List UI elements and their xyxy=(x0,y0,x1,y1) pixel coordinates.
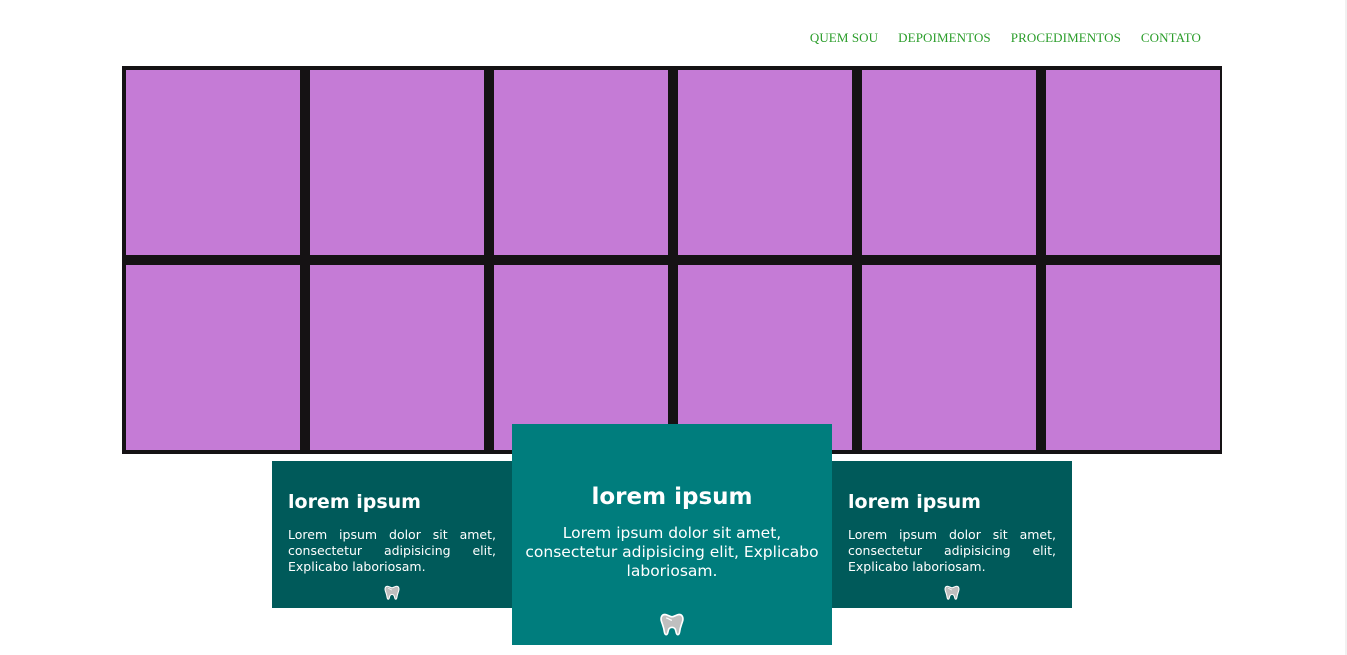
tooth-icon xyxy=(660,613,684,636)
gallery-tile xyxy=(862,265,1036,450)
gallery-tile xyxy=(678,70,852,255)
card-text: Lorem ipsum dolor sit amet, consectetur … xyxy=(848,527,1056,574)
main-nav: QUEM SOU DEPOIMENTOS PROCEDIMENTOS CONTA… xyxy=(810,30,1201,46)
nav-link-contato[interactable]: CONTATO xyxy=(1141,30,1201,46)
gallery-tile xyxy=(126,265,300,450)
gallery-tile xyxy=(678,265,852,450)
tooth-icon xyxy=(384,585,400,600)
gallery-tile xyxy=(494,265,668,450)
card-text: Lorem ipsum dolor sit amet, consectetur … xyxy=(288,527,496,574)
gallery-tile xyxy=(862,70,1036,255)
card-title: lorem ipsum xyxy=(591,484,753,510)
gallery-tile xyxy=(310,70,484,255)
feature-card-left: lorem ipsum Lorem ipsum dolor sit amet, … xyxy=(272,461,512,608)
nav-link-quem-sou[interactable]: QUEM SOU xyxy=(810,30,878,46)
gallery-tile xyxy=(126,70,300,255)
nav-link-procedimentos[interactable]: PROCEDIMENTOS xyxy=(1011,30,1121,46)
gallery-tile xyxy=(1046,70,1220,255)
image-gallery xyxy=(122,66,1222,454)
card-title: lorem ipsum xyxy=(288,491,421,513)
feature-card-right: lorem ipsum Lorem ipsum dolor sit amet, … xyxy=(832,461,1072,608)
gallery-tile xyxy=(494,70,668,255)
card-title: lorem ipsum xyxy=(848,491,981,513)
card-text: Lorem ipsum dolor sit amet, consectetur … xyxy=(525,524,819,580)
gallery-tile xyxy=(310,265,484,450)
page: QUEM SOU DEPOIMENTOS PROCEDIMENTOS CONTA… xyxy=(0,0,1347,655)
nav-link-depoimentos[interactable]: DEPOIMENTOS xyxy=(898,30,991,46)
feature-card-center: lorem ipsum Lorem ipsum dolor sit amet, … xyxy=(512,424,832,645)
tooth-icon xyxy=(944,585,960,600)
gallery-tile xyxy=(1046,265,1220,450)
